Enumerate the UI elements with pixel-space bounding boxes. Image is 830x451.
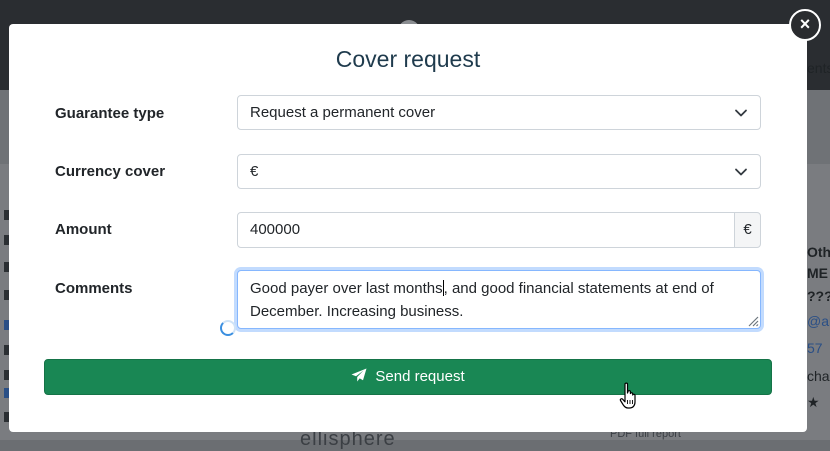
close-modal-button[interactable]: × <box>789 9 821 41</box>
currency-cover-value: € <box>250 163 259 180</box>
guarantee-type-select[interactable]: Request a permanent cover <box>237 95 761 130</box>
background-left-column <box>0 200 9 440</box>
comments-textarea[interactable]: Good payer over last months, and good fi… <box>237 270 761 329</box>
background-right-column: ents Oth ME ??? @als 57 cha ★ <box>807 40 830 440</box>
resize-handle-icon[interactable] <box>745 313 759 327</box>
send-request-label: Send request <box>375 368 465 385</box>
amount-label: Amount <box>55 221 112 238</box>
bg-text: ents <box>807 60 830 76</box>
hand-pointer-cursor-icon <box>619 382 636 409</box>
send-request-button[interactable]: Send request <box>44 359 772 395</box>
bg-text: Oth <box>807 244 830 260</box>
currency-cover-label: Currency cover <box>55 163 166 180</box>
amount-input[interactable]: 400000 <box>237 212 735 248</box>
modal-title: Cover request <box>335 46 481 72</box>
chevron-down-icon <box>735 168 747 176</box>
chevron-down-icon <box>735 109 747 117</box>
loading-spinner-icon <box>220 320 236 336</box>
bg-text: cha <box>807 368 830 384</box>
comments-label: Comments <box>55 280 133 297</box>
cover-request-modal: Cover request Guarantee type Request a p… <box>9 24 807 432</box>
bg-text: ★ <box>807 394 820 410</box>
comments-text-before-caret: Good payer over last months <box>250 280 443 297</box>
currency-cover-select[interactable]: € <box>237 154 761 189</box>
guarantee-type-value: Request a permanent cover <box>250 104 436 121</box>
bg-text: ME <box>807 265 828 281</box>
guarantee-type-label: Guarantee type <box>55 105 165 122</box>
bg-text: ??? <box>807 288 830 304</box>
amount-currency-addon: € <box>734 212 761 248</box>
bg-text: 57 <box>807 340 823 356</box>
paper-plane-icon <box>351 368 367 382</box>
bg-text: @als <box>807 313 830 329</box>
